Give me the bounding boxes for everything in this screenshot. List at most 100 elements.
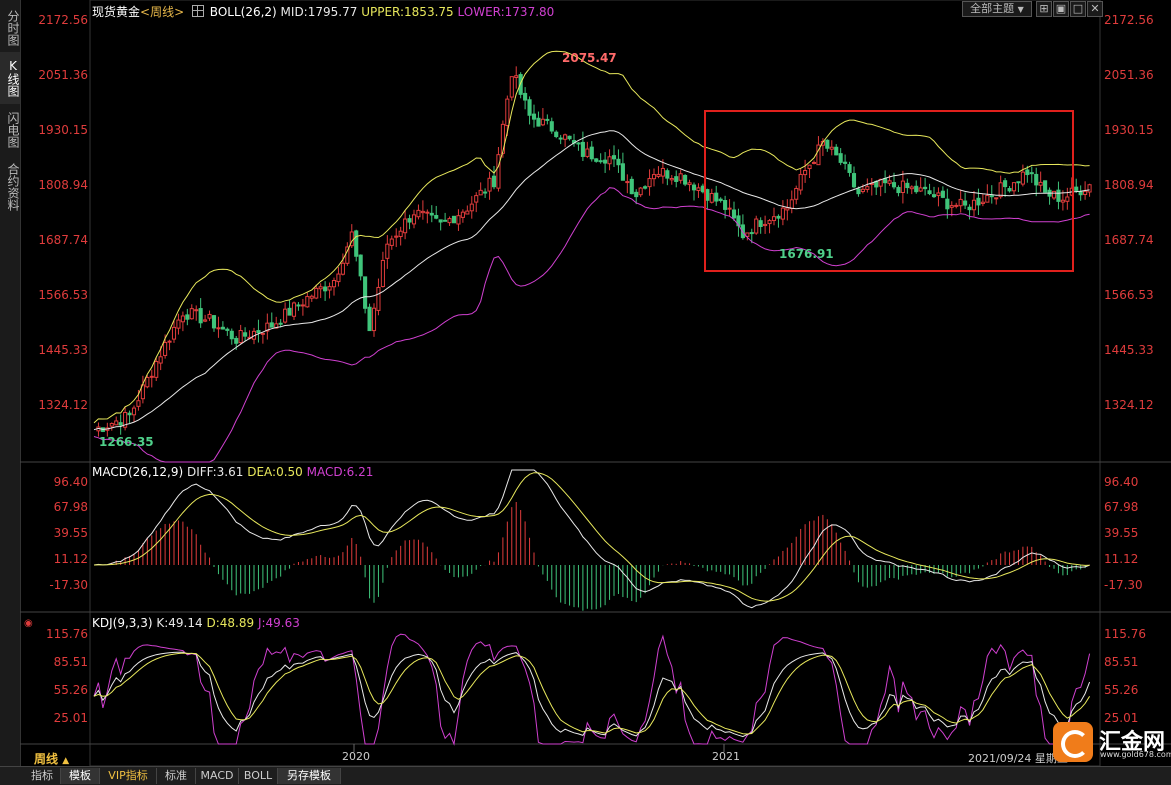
candle-body (211, 315, 217, 329)
instrument-name: 现货黄金 (92, 5, 141, 19)
restore-icon[interactable]: ▣ (1053, 1, 1069, 17)
candle-body (167, 340, 172, 343)
candle-body (683, 174, 688, 185)
candle-body (256, 330, 261, 334)
period-indicator-label: 周线 (34, 752, 59, 766)
chevron-up-icon: ▲ (62, 756, 70, 766)
tab-standard[interactable]: 标准 (157, 768, 196, 784)
candle-body (825, 139, 830, 149)
candle-body (207, 313, 212, 319)
candle-body (705, 189, 710, 201)
candle-body (749, 232, 754, 235)
candle-body (411, 214, 417, 225)
tab-macd[interactable]: MACD (196, 768, 239, 784)
candle-body (678, 173, 683, 181)
macd-panel (93, 469, 1091, 611)
price-axis-right-label: 1930.15 (1104, 123, 1154, 137)
candle-body (1003, 180, 1008, 188)
candle-body (900, 180, 905, 194)
candle-body (811, 161, 817, 164)
candle-body (980, 201, 985, 205)
candle-body (1029, 172, 1034, 175)
tab-indicators[interactable]: 指标 (24, 768, 61, 784)
candle-body (318, 286, 323, 290)
highlight-box (704, 110, 1074, 272)
candle-body (945, 198, 950, 210)
candle-body (607, 156, 612, 165)
macd-axis-right-label: 11.12 (1104, 552, 1139, 566)
candle-body (176, 319, 181, 329)
candle-body (763, 223, 768, 227)
candle-body (1051, 190, 1057, 199)
crosshair-icon[interactable]: ⊞ (1036, 1, 1052, 17)
candle-body (438, 219, 443, 223)
candle-body (407, 218, 412, 223)
tab-save-template[interactable]: 另存模板 (278, 768, 341, 784)
chart-canvas[interactable] (0, 0, 1171, 766)
logo-url: www.gold678.com (1100, 750, 1171, 759)
price-axis-right-label: 1808.94 (1104, 178, 1154, 192)
candle-body (443, 219, 448, 222)
main-indicator-header: 现货黄金<周线> BOLL(26,2) MID:1795.77 UPPER:18… (92, 3, 554, 20)
boll-lower-line (93, 187, 1090, 463)
boll-label[interactable]: BOLL(26,2) (210, 5, 277, 19)
price-axis-left-label: 2172.56 (38, 13, 88, 27)
candle-body (327, 286, 332, 291)
candle-body (238, 329, 243, 344)
macd-axis-left-label: 96.40 (53, 475, 88, 489)
candle-body (994, 197, 999, 200)
candle-body (283, 308, 288, 323)
candle-body (936, 192, 941, 197)
macd-label[interactable]: MACD(26,12,9) (92, 465, 183, 479)
kdj-header: KDJ(9,3,3) K:49.14 D:48.89 J:49.63 (92, 616, 300, 630)
kdj-label[interactable]: KDJ(9,3,3) (92, 616, 153, 630)
candle-body (656, 173, 661, 177)
candle-body (758, 220, 763, 228)
price-axis-right-label: 2051.36 (1104, 68, 1154, 82)
tab-boll[interactable]: BOLL (239, 768, 278, 784)
candle-body (976, 197, 981, 206)
candle-body (691, 184, 697, 191)
candle-body (1034, 173, 1039, 186)
price-axis-left-label: 1324.12 (38, 398, 88, 412)
maximize-icon[interactable]: □ (1070, 1, 1086, 17)
period-indicator[interactable]: 周线 ▲ (34, 750, 69, 767)
candle-body (834, 146, 839, 156)
start-low-annotation: 1266.35 (99, 435, 154, 449)
candle-body (598, 160, 603, 163)
kdj-axis-left-label: 25.01 (53, 711, 88, 725)
x-axis-label: 2021 (712, 750, 740, 763)
candle-body (971, 199, 977, 211)
candle-body (136, 400, 141, 407)
theme-select[interactable]: 全部主题 ▼ (962, 1, 1032, 17)
candle-body (789, 199, 794, 209)
candle-body (958, 198, 963, 207)
candle-body (1007, 188, 1012, 192)
candle-body (483, 191, 488, 194)
macd-diff: DIFF:3.61 (186, 465, 244, 479)
macd-axis-left-label: -17.30 (49, 578, 88, 592)
grid-icon[interactable] (191, 5, 204, 17)
close-icon[interactable]: ✕ (1087, 1, 1103, 17)
price-axis-right-label: 1445.33 (1104, 343, 1154, 357)
candle-body (651, 174, 657, 180)
candle-body (638, 187, 643, 196)
x-axis-label: 2020 (342, 750, 370, 763)
boll-lower: LOWER:1737.80 (457, 5, 555, 19)
price-axis-right-label: 1566.53 (1104, 288, 1154, 302)
macd-dea: DEA:0.50 (247, 465, 303, 479)
candle-body (225, 328, 230, 331)
candle-body (149, 375, 154, 378)
candle-body (447, 218, 452, 224)
tab-vip-indicators[interactable]: VIP指标 (100, 768, 157, 784)
kdj-panel (93, 633, 1091, 746)
period-name[interactable]: <周线> (140, 5, 184, 19)
price-axis-left-label: 1445.33 (38, 343, 88, 357)
price-axis-left-label: 1930.15 (38, 123, 88, 137)
price-candles (93, 50, 1092, 463)
kdj-k: K:49.14 (156, 616, 203, 630)
candle-body (500, 123, 505, 154)
kdj-j-line (93, 633, 1091, 746)
tab-templates[interactable]: 模板 (61, 768, 100, 784)
candle-body (776, 215, 781, 219)
